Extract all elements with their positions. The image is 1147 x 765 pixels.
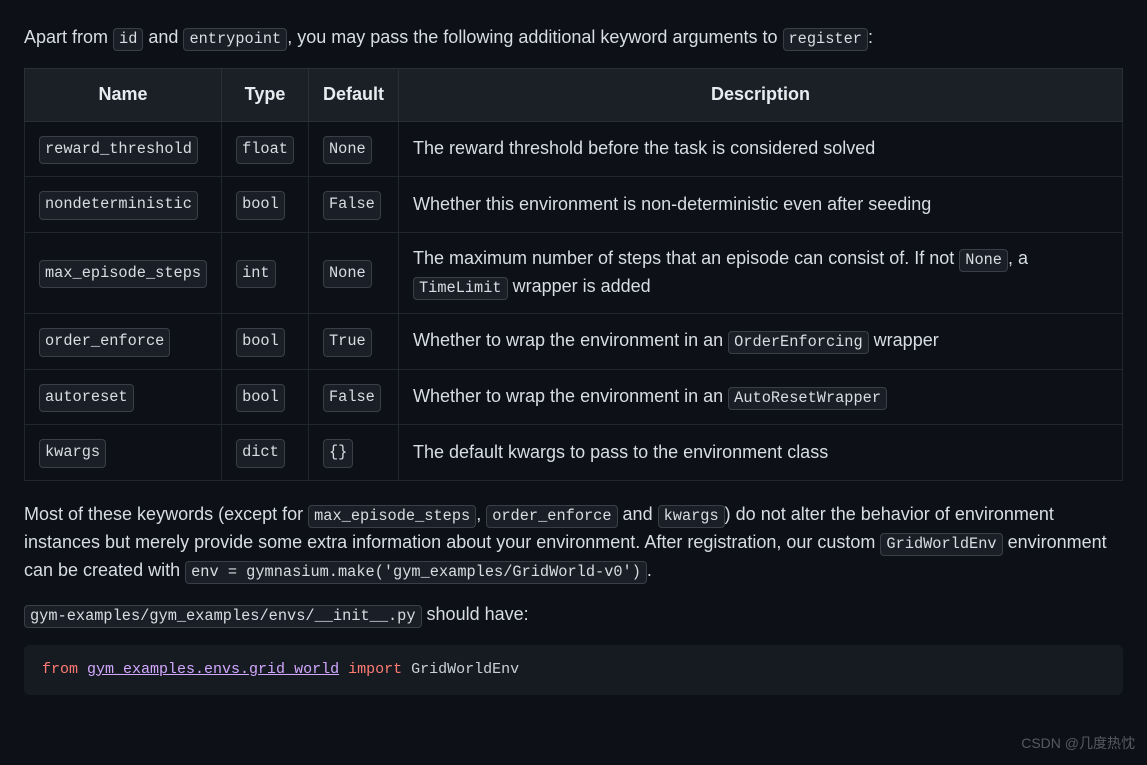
inline-code: max_episode_steps [308,505,476,528]
col-default: Default [308,68,398,121]
default-code: {} [323,439,353,468]
cell-type: dict [222,425,309,481]
cell-type: int [222,233,309,314]
code-id: id [113,28,143,51]
after-paragraph-1: Most of these keywords (except for max_e… [24,501,1123,585]
intro-text: : [868,27,873,47]
code-block: from gym_examples.envs.grid_world import… [24,645,1123,696]
inline-code: TimeLimit [413,277,508,300]
intro-text: , you may pass the following additional … [287,27,782,47]
cell-name: nondeterministic [25,177,222,233]
cell-type: bool [222,177,309,233]
name-code: nondeterministic [39,191,198,220]
type-code: bool [236,328,285,357]
inline-code: AutoResetWrapper [728,387,887,410]
type-code: bool [236,191,285,220]
inline-code: env = gymnasium.make('gym_examples/GridW… [185,561,647,584]
code-register: register [783,28,868,51]
cell-default: None [308,233,398,314]
arguments-table: Name Type Default Description reward_thr… [24,68,1123,481]
default-code: None [323,136,372,165]
table-row: reward_threshold float None The reward thre… [25,121,1123,177]
default-code: False [323,191,381,220]
identifier: GridWorldEnv [411,661,519,678]
table-row: autoreset bool False Whether to wrap the en… [25,369,1123,425]
cell-name: max_episode_steps [25,233,222,314]
cell-name: autoreset [25,369,222,425]
intro-text: and [143,27,183,47]
intro-paragraph: Apart from id and entrypoint, you may pa… [24,24,1123,52]
name-code: kwargs [39,439,106,468]
module-path: gym_examples.envs.grid_world [87,661,339,678]
type-code: bool [236,384,285,413]
cell-description: The default kwargs to pass to the enviro… [398,425,1122,481]
name-code: reward_threshold [39,136,198,165]
default-code: None [323,260,372,289]
cell-default: None [308,121,398,177]
inline-code: None [959,249,1008,272]
inline-code: kwargs [658,505,725,528]
cell-description: The maximum number of steps that an epis… [398,233,1122,314]
cell-name: order_enforce [25,313,222,369]
cell-default: {} [308,425,398,481]
watermark: CSDN @几度热忱 [1021,733,1135,755]
cell-name: reward_threshold [25,121,222,177]
intro-text: Apart from [24,27,113,47]
table-row: nondeterministic bool False Whether this en… [25,177,1123,233]
default-code: True [323,328,372,357]
type-code: dict [236,439,285,468]
cell-default: False [308,369,398,425]
name-code: max_episode_steps [39,260,207,289]
default-code: False [323,384,381,413]
code-entrypoint: entrypoint [183,28,287,51]
type-code: float [236,136,294,165]
table-row: order_enforce bool True Whether to wrap the… [25,313,1123,369]
cell-type: bool [222,313,309,369]
cell-default: False [308,177,398,233]
cell-description: Whether to wrap the environment in an Au… [398,369,1122,425]
cell-description: Whether this environment is non-determin… [398,177,1122,233]
cell-type: float [222,121,309,177]
col-description: Description [398,68,1122,121]
name-code: autoreset [39,384,134,413]
cell-type: bool [222,369,309,425]
keyword-from: from [42,661,78,678]
inline-code: gym-examples/gym_examples/envs/__init__.… [24,605,422,628]
after-paragraph-2: gym-examples/gym_examples/envs/__init__.… [24,601,1123,629]
cell-description: The reward threshold before the task is … [398,121,1122,177]
inline-code: GridWorldEnv [880,533,1002,556]
cell-description: Whether to wrap the environment in an Or… [398,313,1122,369]
keyword-import: import [348,661,402,678]
table-header-row: Name Type Default Description [25,68,1123,121]
table-row: max_episode_stepsintNoneThe maximum numb… [25,233,1123,314]
inline-code: OrderEnforcing [728,331,869,354]
name-code: order_enforce [39,328,170,357]
col-name: Name [25,68,222,121]
cell-default: True [308,313,398,369]
inline-code: order_enforce [486,505,617,528]
table-row: kwargs dict {} The default kwargs to pass t… [25,425,1123,481]
col-type: Type [222,68,309,121]
cell-name: kwargs [25,425,222,481]
type-code: int [236,260,276,289]
